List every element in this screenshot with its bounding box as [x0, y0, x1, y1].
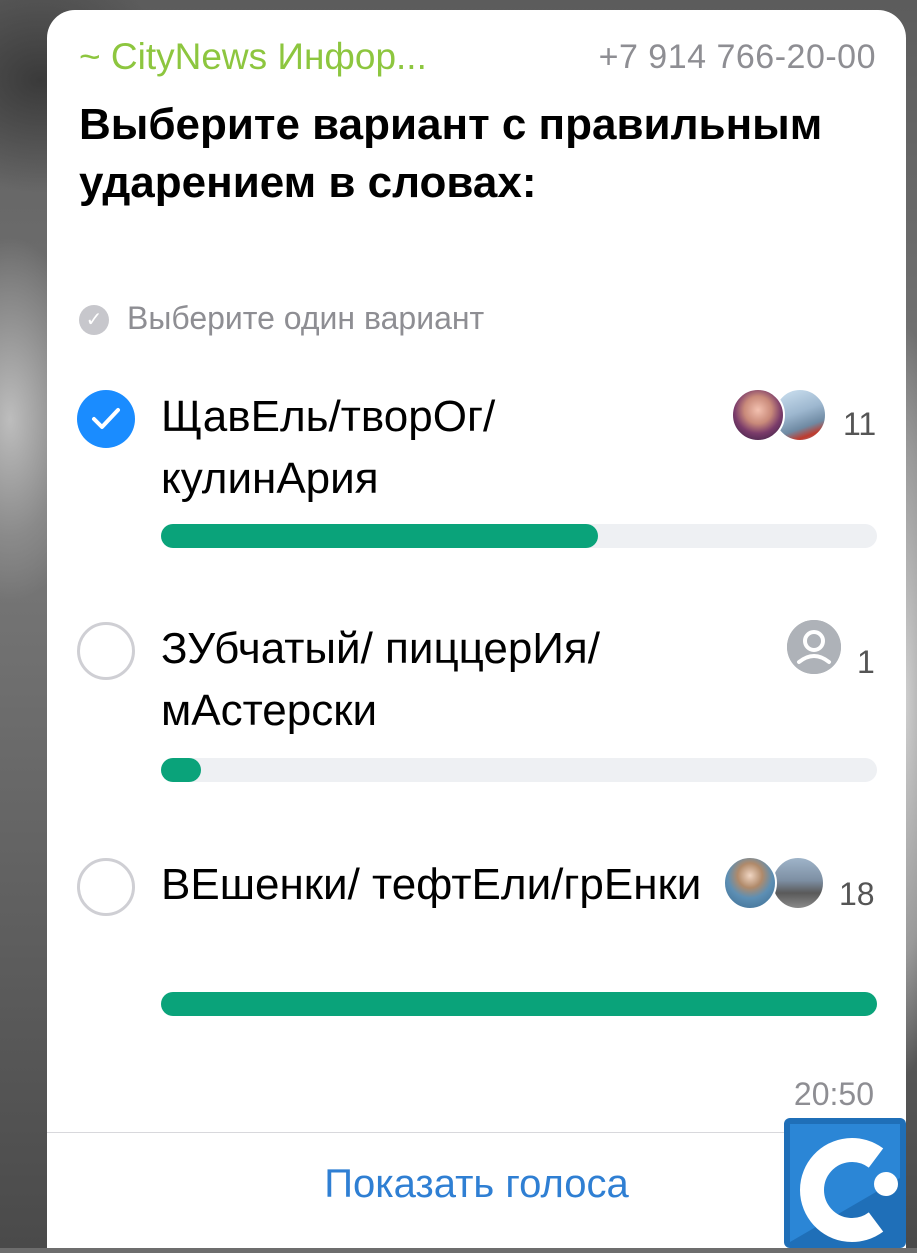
show-votes-button[interactable]: Показать голоса — [47, 1162, 906, 1207]
poll-message-card: ~ CityNews Инфор... +7 914 766-20-00 Выб… — [47, 10, 906, 1248]
voter-avatars[interactable] — [787, 620, 847, 676]
vote-bar-track — [161, 758, 877, 782]
vote-count: 18 — [839, 876, 875, 912]
check-circle-icon: ✓ — [79, 305, 109, 335]
voter-avatars[interactable] — [731, 388, 831, 444]
avatar-street — [771, 856, 825, 910]
message-header: ~ CityNews Инфор... +7 914 766-20-00 — [79, 36, 876, 82]
vote-bar-fill — [161, 758, 202, 782]
checkmark-icon — [92, 408, 120, 429]
sender-phone[interactable]: +7 914 766-20-00 — [599, 38, 876, 77]
message-time: 20:50 — [793, 1076, 874, 1112]
avatar-placeholder-icon — [787, 620, 841, 674]
radio-unchecked[interactable] — [77, 622, 135, 680]
sender-name[interactable]: ~ CityNews Инфор... — [79, 36, 427, 78]
radio-checked[interactable] — [77, 390, 135, 448]
vote-bar-fill — [161, 992, 877, 1016]
poll-hint-text: Выберите один вариант — [127, 300, 485, 336]
vote-count: 11 — [843, 406, 877, 442]
vote-bar-track — [161, 524, 877, 548]
vote-bar-fill — [161, 524, 598, 548]
citynews-logo-icon — [784, 1118, 906, 1248]
vote-bar-track — [161, 992, 877, 1016]
divider — [47, 1132, 906, 1133]
poll-option-label: ВЕшенки/ тефтЕли/грЕнки — [161, 860, 702, 909]
voter-avatars[interactable] — [723, 856, 833, 912]
radio-unchecked[interactable] — [77, 858, 135, 916]
vote-count: 1 — [857, 644, 875, 680]
poll-option-label: ЩавЕль/творОг/ кулинАрия — [161, 392, 496, 503]
poll-option-label: ЗУбчатый/ пиццерИя/ мАстерски — [161, 624, 600, 735]
poll-question: Выберите вариант с правильным ударением … — [79, 100, 823, 207]
avatar-woman — [731, 388, 785, 442]
avatar-man — [723, 856, 777, 910]
